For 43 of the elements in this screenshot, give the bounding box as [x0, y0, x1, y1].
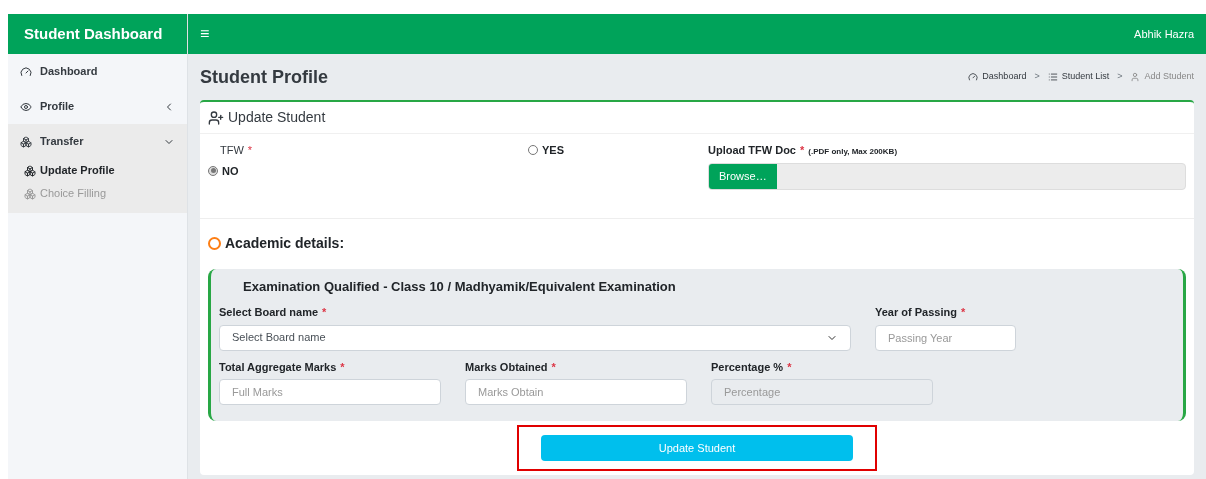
required-mark: *	[340, 359, 345, 375]
brand-title: Student Dashboard	[8, 14, 187, 54]
field-label: Marks Obtained	[465, 359, 548, 375]
sidebar-item[interactable]: Transfer	[8, 124, 187, 159]
radio-option[interactable]: YES	[528, 142, 564, 159]
cubes-icon	[24, 164, 36, 177]
input-field[interactable]: Full Marks	[219, 379, 441, 405]
section-title: Academic details:	[225, 234, 345, 253]
sidebar-subitem[interactable]: Update Profile	[8, 159, 187, 182]
required-mark: *	[960, 305, 966, 320]
field-label: Select Board name	[219, 305, 319, 320]
card-title: Update Student	[228, 108, 326, 127]
panel-title: Examination Qualified - Class 10 / Madhyamik/Equivalent Examination	[242, 277, 677, 296]
breadcrumb-link[interactable]: Dashboard	[968, 70, 1027, 84]
required-mark: *	[247, 143, 253, 158]
radio-option[interactable]: NO	[208, 162, 239, 179]
upload-label: Upload TFW Doc	[708, 143, 796, 158]
required-mark: *	[800, 143, 805, 158]
required-mark: *	[322, 305, 327, 320]
user-icon	[1130, 72, 1141, 82]
input-field[interactable]: Passing Year	[875, 324, 1016, 351]
breadcrumb-separator: >	[1033, 70, 1041, 84]
board-select[interactable]: Select Board name	[219, 324, 851, 351]
sidebar-item[interactable]: Dashboard	[8, 54, 187, 89]
field-label: Year of Passing	[875, 305, 957, 320]
page-title: Student Profile	[200, 65, 328, 89]
sidebar-item[interactable]: Profile	[8, 89, 187, 124]
gauge-icon	[968, 72, 979, 82]
eye-icon	[20, 100, 32, 113]
required-mark: *	[787, 359, 792, 375]
input-field[interactable]: Marks Obtain	[465, 379, 687, 405]
tfw-label: TFW	[220, 143, 244, 158]
field-label: Total Aggregate Marks	[219, 359, 337, 375]
cubes-icon	[24, 187, 36, 200]
breadcrumb-link[interactable]: Student List	[1047, 70, 1110, 84]
upload-hint: (.PDF only, Max 200KB)	[808, 146, 898, 158]
user-plus-icon	[208, 109, 224, 126]
list-icon	[1047, 72, 1058, 82]
field-label: Percentage %	[711, 359, 784, 375]
breadcrumb-separator: >	[1116, 70, 1124, 84]
gauge-icon	[20, 65, 32, 78]
cubes-icon	[20, 135, 32, 148]
required-mark: *	[551, 359, 556, 375]
